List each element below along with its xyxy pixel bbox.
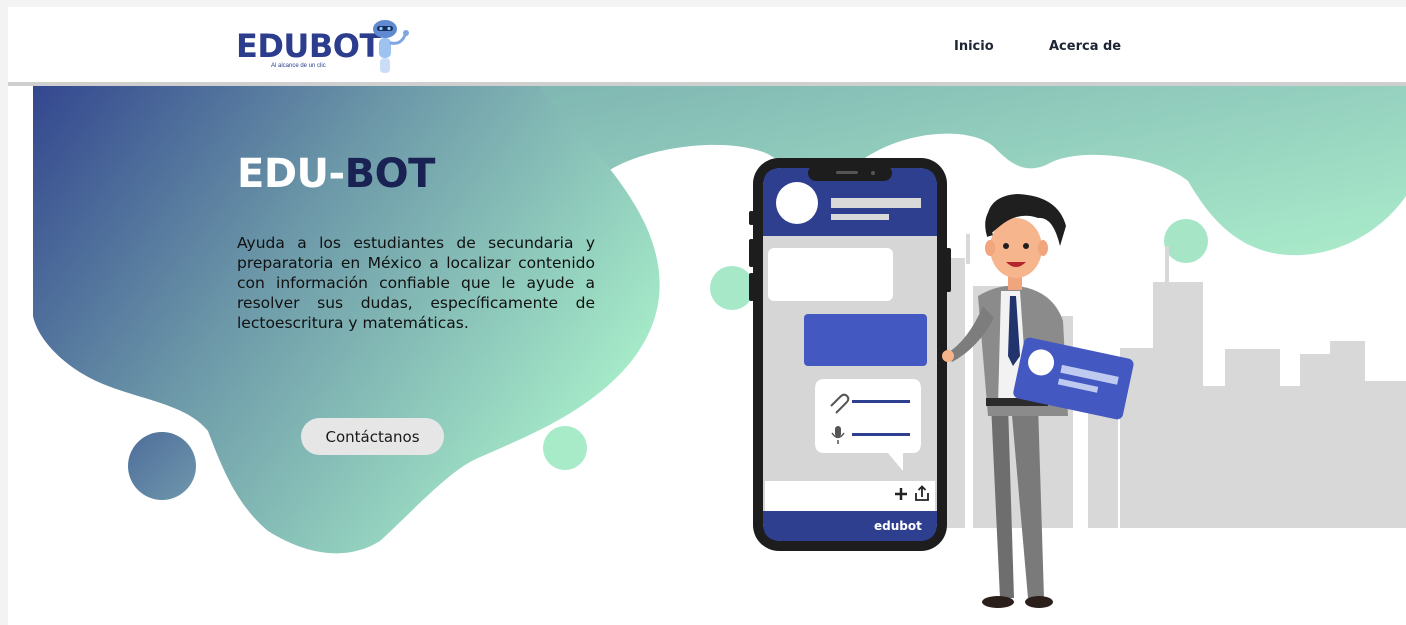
decor-circle-small-mint bbox=[543, 426, 587, 470]
nav-link-acerca-de[interactable]: Acerca de bbox=[1049, 39, 1121, 54]
hero-title: EDU-BOT bbox=[237, 151, 435, 197]
phone-brand-label: edubot bbox=[874, 519, 922, 533]
character-illustration bbox=[942, 194, 1134, 608]
contact-button[interactable]: Contáctanos bbox=[301, 418, 444, 455]
page: EDUBOT Al alcance de un clic Inicio Acer… bbox=[8, 7, 1406, 625]
logo-text: EDUBOT bbox=[236, 27, 381, 65]
hero-title-dark: BOT bbox=[344, 151, 436, 197]
hero-description: Ayuda a los estudiantes de secundaria y … bbox=[237, 234, 595, 332]
hero-title-light: EDU- bbox=[237, 151, 345, 197]
decor-circle-large bbox=[128, 432, 196, 500]
robot-mascot-icon bbox=[373, 20, 409, 73]
hero-illustration: edubot bbox=[749, 158, 1134, 608]
navbar: EDUBOT Al alcance de un clic Inicio Acer… bbox=[8, 7, 1406, 82]
logo[interactable]: EDUBOT Al alcance de un clic bbox=[236, 19, 416, 75]
nav-link-inicio[interactable]: Inicio bbox=[954, 39, 994, 54]
phone-mockup: edubot bbox=[749, 158, 951, 551]
logo-tagline: Al alcance de un clic bbox=[271, 63, 326, 69]
